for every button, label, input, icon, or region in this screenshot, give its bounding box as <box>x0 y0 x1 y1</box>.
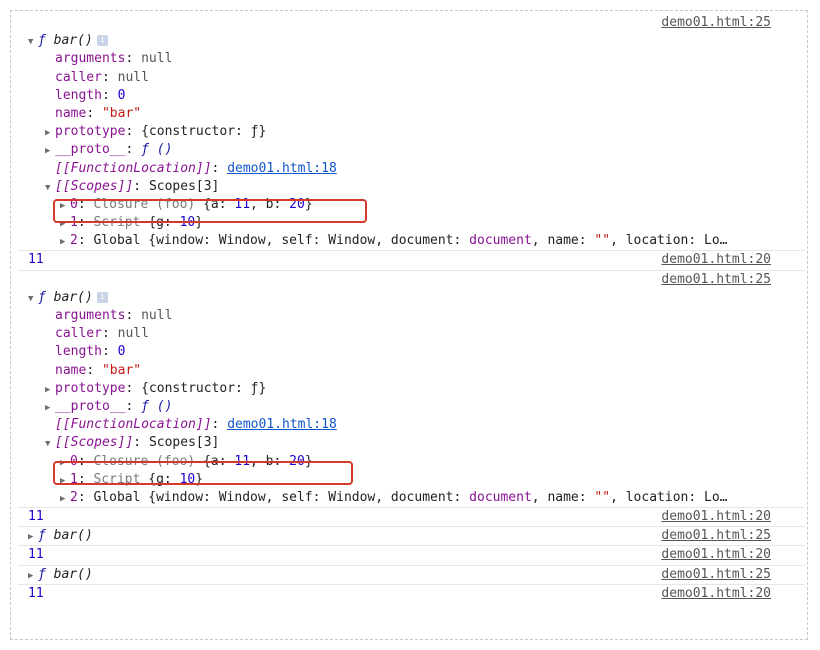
collapsed-triangle-icon[interactable]: ▶ <box>45 399 55 416</box>
function-location-link[interactable]: demo01.html:18 <box>227 417 337 432</box>
expanded-triangle-icon[interactable]: ▼ <box>45 179 55 196</box>
source-link[interactable]: demo01.html:20 <box>661 546 771 564</box>
source-link[interactable]: demo01.html:25 <box>661 271 771 289</box>
collapsed-triangle-icon[interactable]: ▶ <box>60 490 70 507</box>
function-location-link[interactable]: demo01.html:18 <box>227 161 337 176</box>
prop-function-location: [[FunctionLocation]]: demo01.html:18 <box>55 160 337 176</box>
expanded-triangle-icon[interactable]: ▼ <box>28 290 38 307</box>
collapsed-triangle-icon[interactable]: ▶ <box>28 528 38 545</box>
prop-scopes[interactable]: ▼ [[Scopes]]: Scopes[3] <box>8 434 805 452</box>
console-panel: demo01.html:25 ▼ ƒ bar() i arguments: null… <box>18 14 805 603</box>
output-value: 11 <box>28 585 44 601</box>
log-entry-output: 11 demo01.html:20 <box>18 585 805 603</box>
function-name: bar() <box>53 33 93 49</box>
collapsed-triangle-icon[interactable]: ▶ <box>60 233 70 250</box>
info-icon: i <box>96 35 108 47</box>
closure-highlight-box <box>53 199 367 223</box>
function-name: bar() <box>53 566 93 582</box>
source-link[interactable]: demo01.html:25 <box>661 527 771 545</box>
log-entry-output: 11 demo01.html:20 <box>18 546 805 566</box>
output-value: 11 <box>28 547 44 563</box>
source-link[interactable]: demo01.html:25 <box>661 566 771 584</box>
collapsed-triangle-icon[interactable]: ▶ <box>45 124 55 141</box>
prop-arguments: arguments: null <box>55 308 173 323</box>
function-name: bar() <box>53 289 93 305</box>
function-header[interactable]: ▼ ƒ bar() i <box>18 32 805 50</box>
expanded-triangle-icon[interactable]: ▼ <box>45 435 55 452</box>
function-header[interactable]: ▼ ƒ bar() i <box>18 289 805 307</box>
expanded-triangle-icon[interactable]: ▼ <box>28 33 38 50</box>
function-f-glyph: ƒ <box>38 528 54 544</box>
output-value: 11 <box>28 509 44 525</box>
scope-2[interactable]: ▶ 2: Global {window: Window, self: Window… <box>8 489 805 507</box>
log-entry-collapsed[interactable]: ▶ ƒ bar() demo01.html:25 <box>18 566 805 585</box>
log-entry-output: 11 demo01.html:20 <box>18 508 805 528</box>
prop-function-location: [[FunctionLocation]]: demo01.html:18 <box>55 417 337 433</box>
prop-proto[interactable]: ▶ __proto__: ƒ () <box>8 141 805 159</box>
prop-arguments: arguments: null <box>55 51 173 67</box>
prop-name: name: "bar" <box>55 105 142 121</box>
prop-length: length: 0 <box>55 344 126 360</box>
log-entry-output: 11 demo01.html:20 <box>18 251 805 271</box>
prop-proto[interactable]: ▶ __proto__: ƒ () <box>8 398 805 416</box>
prop-length: length: 0 <box>55 87 126 103</box>
collapsed-triangle-icon[interactable]: ▶ <box>45 142 55 159</box>
source-link[interactable]: demo01.html:20 <box>661 585 771 603</box>
prop-name: name: "bar" <box>55 362 142 378</box>
output-value: 11 <box>28 252 44 268</box>
info-icon: i <box>96 291 108 303</box>
collapsed-triangle-icon[interactable]: ▶ <box>28 567 38 584</box>
function-f-glyph: ƒ <box>38 289 54 305</box>
function-f-glyph: ƒ <box>38 566 54 582</box>
function-f-glyph: ƒ <box>38 33 54 49</box>
prop-caller: caller: null <box>55 326 149 342</box>
collapsed-triangle-icon[interactable]: ▶ <box>45 381 55 398</box>
prop-prototype[interactable]: ▶ prototype: {constructor: ƒ} <box>8 123 805 141</box>
log-entry-collapsed[interactable]: ▶ ƒ bar() demo01.html:25 <box>18 527 805 547</box>
function-name: bar() <box>53 528 93 544</box>
scope-2[interactable]: ▶ 2: Global {window: Window, self: Window… <box>8 232 805 250</box>
prop-caller: caller: null <box>55 69 149 85</box>
source-link[interactable]: demo01.html:20 <box>661 251 771 269</box>
source-link[interactable]: demo01.html:25 <box>661 14 771 32</box>
source-link[interactable]: demo01.html:20 <box>661 508 771 526</box>
prop-prototype[interactable]: ▶ prototype: {constructor: ƒ} <box>8 380 805 398</box>
prop-scopes[interactable]: ▼ [[Scopes]]: Scopes[3] <box>8 178 805 196</box>
closure-highlight-box <box>53 461 353 485</box>
